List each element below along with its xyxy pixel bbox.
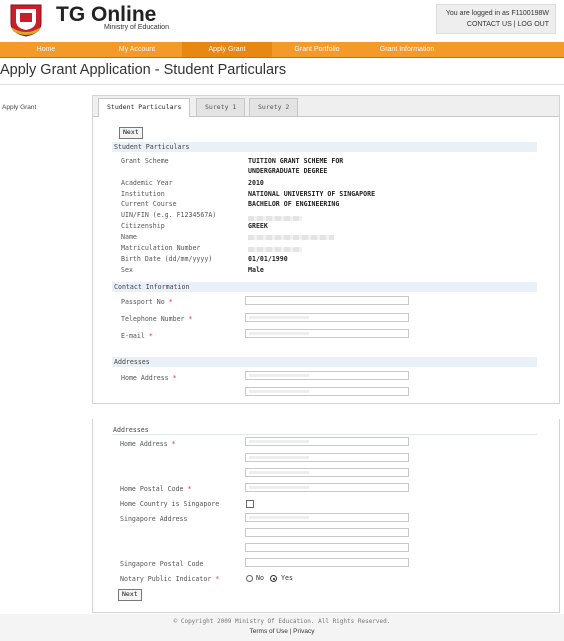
next-button-bottom[interactable]: Next [118, 589, 142, 601]
nav-item-my-account[interactable]: My Account [92, 42, 182, 57]
required-mark: * [215, 575, 220, 583]
label-matriculation-number: Matriculation Number [121, 244, 201, 252]
value-uin-fin-redacted [248, 216, 302, 221]
home-address-line2-input[interactable] [245, 453, 409, 462]
section-student-particulars: Student Particulars [112, 142, 537, 152]
section-divider [112, 434, 537, 435]
section-contact-information: Contact Information [112, 282, 537, 292]
header: TG Online Ministry of Education You are … [0, 0, 564, 42]
label-uin-fin: UIN/FIN (e.g. F1234567A) [121, 211, 217, 219]
value-sex: Male [248, 266, 264, 274]
label-institution: Institution [121, 190, 165, 198]
tab-strip: Student Particulars Surety 1 Surety 2 [93, 96, 559, 117]
label-passport-text: Passport No [121, 298, 165, 306]
next-button-top[interactable]: Next [119, 127, 143, 139]
value-birth-date: 01/01/1990 [248, 255, 288, 263]
label-notary-text: Notary Public Indicator [120, 575, 212, 583]
privacy-link[interactable]: Privacy [293, 628, 314, 635]
label-citizenship: Citizenship [121, 222, 165, 230]
header-link-separator: | [513, 21, 516, 28]
tab-student-particulars[interactable]: Student Particulars [98, 98, 191, 117]
value-institution: NATIONAL UNIVERSITY OF SINGAPORE [248, 190, 376, 198]
label-home-address: Home Address * [120, 440, 176, 448]
label-email-text: E-mail [121, 332, 145, 340]
label-email: E-mail * [121, 332, 153, 340]
contact-us-link[interactable]: CONTACT US [467, 21, 512, 28]
home-postal-code-input[interactable] [245, 483, 409, 492]
label-current-course: Current Course [121, 200, 177, 208]
label-singapore-postal-code: Singapore Postal Code [120, 560, 204, 568]
notary-yes-label: Yes [281, 574, 293, 582]
nav-item-grant-information[interactable]: Grant Information [362, 42, 452, 57]
notary-yes-radio[interactable] [270, 575, 277, 582]
nav-item-grant-portfolio[interactable]: Grant Portfolio [272, 42, 362, 57]
label-singapore-address: Singapore Address [120, 515, 188, 523]
label-sex: Sex [121, 266, 133, 274]
value-current-course: BACHELOR OF ENGINEERING [248, 200, 340, 208]
label-grant-scheme: Grant Scheme [121, 157, 169, 165]
nav-item-apply-grant[interactable]: Apply Grant [182, 42, 272, 57]
terms-of-use-link[interactable]: Terms of Use [250, 628, 288, 635]
required-mark: * [171, 440, 176, 448]
passport-input[interactable] [245, 296, 409, 305]
notary-no-label: No [256, 574, 264, 582]
home-address-line2-input-top[interactable] [245, 387, 409, 396]
label-name: Name [121, 233, 137, 241]
title-divider [0, 84, 564, 85]
singapore-address-line3-input[interactable] [245, 543, 409, 552]
logout-link[interactable]: LOG OUT [517, 21, 549, 28]
ministry-crest-logo [10, 4, 42, 37]
label-telephone: Telephone Number * [121, 315, 193, 323]
footer-link-separator: | [289, 628, 292, 635]
home-country-singapore-checkbox[interactable] [246, 500, 254, 508]
label-home-country-singapore: Home Country is Singapore [120, 500, 220, 508]
tab-surety-2[interactable]: Surety 2 [249, 98, 299, 116]
page-title: Apply Grant Application - Student Partic… [0, 62, 287, 78]
nav-item-home[interactable]: Home [0, 42, 92, 57]
label-academic-year: Academic Year [121, 179, 173, 187]
value-matric-redacted [248, 247, 302, 252]
label-home-postal-text: Home Postal Code [120, 485, 184, 493]
tab-surety-1[interactable]: Surety 1 [196, 98, 246, 116]
home-address-line1-input[interactable] [245, 437, 409, 446]
email-input[interactable] [245, 329, 409, 338]
label-notary-public-indicator: Notary Public Indicator * [120, 575, 219, 583]
section-addresses-top: Addresses [112, 357, 537, 367]
required-mark: * [188, 315, 193, 323]
value-academic-year: 2010 [248, 179, 264, 187]
label-home-address-text: Home Address [121, 374, 169, 382]
label-home-postal-code: Home Postal Code * [120, 485, 192, 493]
login-status-box: You are logged in as F1100198W CONTACT U… [436, 4, 556, 34]
ministry-name: Ministry of Education [104, 24, 169, 31]
value-citizenship: GREEK [248, 222, 268, 230]
value-grant-scheme-line2: UNDERGRADUATE DEGREE [248, 167, 328, 175]
telephone-input[interactable] [245, 313, 409, 322]
logged-in-text: You are logged in as F1100198W [445, 10, 549, 17]
required-mark: * [172, 374, 177, 382]
required-mark: * [187, 485, 192, 493]
required-mark: * [148, 332, 153, 340]
label-home-address-top: Home Address * [121, 374, 177, 382]
header-links: CONTACT US | LOG OUT [437, 19, 549, 30]
footer-copyright: © Copyright 2009 Ministry Of Education. … [173, 618, 391, 625]
home-address-line1-input-top[interactable] [245, 371, 409, 380]
notary-no-radio[interactable] [246, 575, 253, 582]
label-passport-no: Passport No * [121, 298, 173, 306]
value-grant-scheme-line1: TUITION GRANT SCHEME FOR [248, 157, 344, 165]
singapore-address-line1-input[interactable] [245, 513, 409, 522]
main-nav: Home My Account Apply Grant Grant Portfo… [0, 42, 564, 58]
label-telephone-text: Telephone Number [121, 315, 185, 323]
footer-links: Terms of Use | Privacy [0, 628, 564, 635]
label-home-address-text: Home Address [120, 440, 168, 448]
sidebar-link-apply-grant[interactable]: Apply Grant [2, 104, 36, 111]
singapore-postal-code-input[interactable] [245, 558, 409, 567]
value-name-redacted [248, 235, 334, 240]
singapore-address-line2-input[interactable] [245, 528, 409, 537]
label-birth-date: Birth Date (dd/mm/yyyy) [121, 255, 213, 263]
home-address-line3-input[interactable] [245, 468, 409, 477]
required-mark: * [168, 298, 173, 306]
